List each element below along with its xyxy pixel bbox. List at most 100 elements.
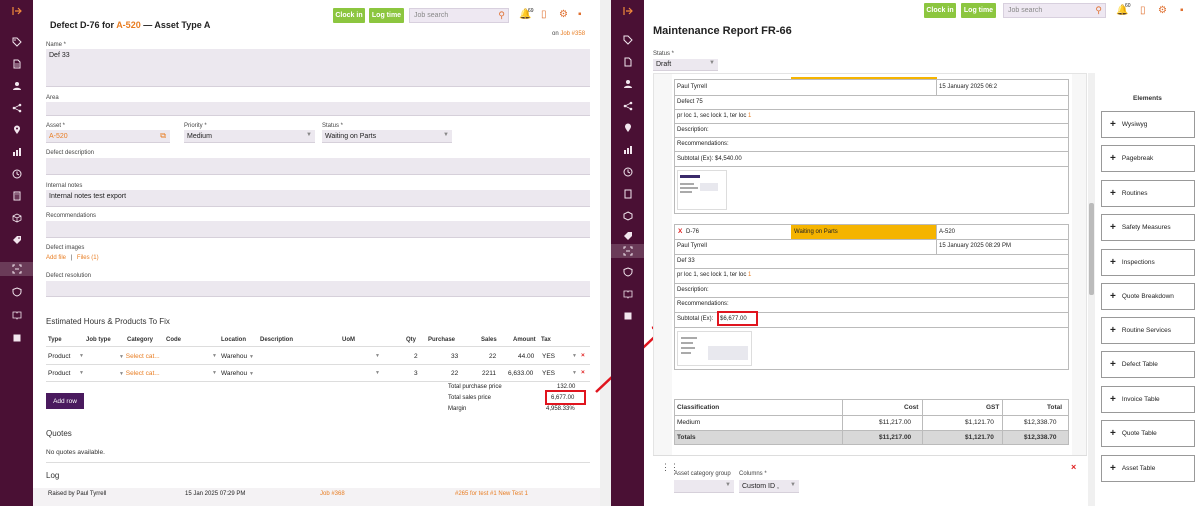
report-status-select[interactable]: Draft ▼ <box>653 59 718 71</box>
element-pagebreak[interactable]: + Pagebreak <box>1101 145 1195 172</box>
priority-select[interactable]: Medium ▼ <box>184 130 315 143</box>
share-icon[interactable] <box>611 99 644 113</box>
row2-qty[interactable]: 3 <box>414 370 418 377</box>
card2-defect-id[interactable]: D-76 <box>686 229 699 235</box>
chart-icon[interactable] <box>0 145 33 159</box>
chevron-down-icon[interactable]: ▼ <box>572 353 577 359</box>
element-inspections[interactable]: + Inspections <box>1101 249 1195 276</box>
location-pin-icon[interactable] <box>611 121 644 135</box>
row2-purchase[interactable]: 22 <box>451 370 458 377</box>
chevron-down-icon[interactable]: ▼ <box>572 370 577 376</box>
shield-icon[interactable] <box>611 265 644 279</box>
element-quote-breakdown[interactable]: + Quote Breakdown <box>1101 283 1195 310</box>
log-detail-link[interactable]: #265 for test #1 New Test 1 <box>455 491 528 497</box>
expand-icon[interactable] <box>0 4 33 18</box>
name-textarea[interactable]: Def 33 <box>46 49 590 87</box>
chart-icon[interactable] <box>611 143 644 157</box>
expand-icon[interactable] <box>611 4 644 18</box>
delete-row-icon[interactable]: × <box>581 352 585 359</box>
element-routines[interactable]: + Routines <box>1101 180 1195 207</box>
chevron-down-icon[interactable]: ▼ <box>212 353 217 359</box>
chevron-down-icon[interactable]: ▼ <box>375 370 380 376</box>
add-file-link[interactable]: Add file <box>46 255 66 261</box>
element-defect-table[interactable]: + Defect Table <box>1101 351 1195 378</box>
status-select[interactable]: Waiting on Parts ▼ <box>322 130 452 143</box>
row2-location[interactable]: Warehou ▼ <box>221 370 254 377</box>
asset-category-select[interactable]: ▼ <box>674 480 734 493</box>
tags-icon[interactable] <box>0 35 33 49</box>
left-scrollbar[interactable] <box>600 0 611 506</box>
message-icon[interactable] <box>0 331 33 345</box>
location-pin-icon[interactable] <box>0 123 33 137</box>
asset-input[interactable]: A-520 ⧉ <box>46 130 170 143</box>
user-icon[interactable] <box>0 79 33 93</box>
clock-icon[interactable] <box>611 165 644 179</box>
row1-sales[interactable]: 22 <box>489 353 496 360</box>
chevron-down-icon[interactable]: ▼ <box>79 370 84 376</box>
shield-icon[interactable] <box>0 285 33 299</box>
bookmark-icon[interactable]: ▪ <box>578 9 582 20</box>
share-icon[interactable] <box>0 101 33 115</box>
defect-description-input[interactable] <box>46 158 590 175</box>
chevron-down-icon[interactable]: ▼ <box>375 353 380 359</box>
book-icon[interactable] <box>0 308 33 322</box>
row1-qty[interactable]: 2 <box>414 353 418 360</box>
mobile-icon[interactable]: ▯ <box>1140 5 1146 16</box>
recommendations-input[interactable] <box>46 221 590 238</box>
log-time-button[interactable]: Log time <box>961 3 996 18</box>
box-icon[interactable] <box>611 209 644 223</box>
card2-asset[interactable]: A-520 <box>939 229 955 235</box>
close-icon[interactable]: × <box>1071 462 1076 472</box>
book-icon[interactable] <box>611 287 644 301</box>
tag-icon[interactable] <box>611 229 644 243</box>
row1-type[interactable]: Product <box>48 353 70 360</box>
user-icon[interactable] <box>611 77 644 91</box>
calculator-icon[interactable] <box>611 187 644 201</box>
add-row-button[interactable]: Add row <box>46 393 84 409</box>
row1-purchase[interactable]: 33 <box>451 353 458 360</box>
mobile-icon[interactable]: ▯ <box>541 9 547 20</box>
row2-type[interactable]: Product <box>48 370 70 377</box>
row2-sales[interactable]: 2211 <box>482 370 496 377</box>
external-link-icon[interactable]: ⧉ <box>160 131 166 141</box>
asset-value[interactable]: A-520 <box>49 133 68 140</box>
box-icon[interactable] <box>0 211 33 225</box>
clock-in-button[interactable]: Clock in <box>924 3 956 18</box>
chevron-down-icon[interactable]: ▼ <box>79 353 84 359</box>
columns-select[interactable]: Custom ID , ▼ <box>739 480 799 493</box>
files-link[interactable]: Files (1) <box>77 255 99 261</box>
scan-icon[interactable] <box>0 262 33 276</box>
row2-tax[interactable]: YES <box>542 370 555 377</box>
tags-icon[interactable] <box>611 33 644 47</box>
log-job-link[interactable]: Job #368 <box>320 491 345 497</box>
element-asset-table[interactable]: + Asset Table <box>1101 455 1195 482</box>
element-invoice-table[interactable]: + Invoice Table <box>1101 386 1195 413</box>
gear-icon[interactable]: ⚙ <box>559 9 568 20</box>
scan-icon[interactable] <box>611 244 644 258</box>
defect-resolution-input[interactable] <box>46 281 590 297</box>
chevron-down-icon[interactable]: ▼ <box>212 370 217 376</box>
bookmark-icon[interactable]: ▪ <box>1180 5 1184 16</box>
log-time-button[interactable]: Log time <box>369 8 404 23</box>
row1-category[interactable]: ▼ Select cat... <box>119 353 160 360</box>
job-search-input[interactable]: Job search ⚲ <box>409 8 509 23</box>
element-routine-services[interactable]: + Routine Services <box>1101 317 1195 344</box>
delete-row-icon[interactable]: × <box>581 369 585 376</box>
canvas-scrollbar-thumb[interactable] <box>1089 203 1094 295</box>
document-icon[interactable] <box>611 55 644 69</box>
message-icon[interactable] <box>611 309 644 323</box>
area-input[interactable] <box>46 102 590 116</box>
row1-location[interactable]: Warehou ▼ <box>221 353 254 360</box>
element-wysiwyg[interactable]: + Wysiwyg <box>1101 111 1195 138</box>
element-quote-table[interactable]: + Quote Table <box>1101 420 1195 447</box>
title-asset-link[interactable]: A-520 <box>116 20 141 30</box>
clock-in-button[interactable]: Clock in <box>333 8 365 23</box>
tag-icon[interactable] <box>0 233 33 247</box>
row1-tax[interactable]: YES <box>542 353 555 360</box>
job-search-input[interactable]: Job search ⚲ <box>1003 3 1106 18</box>
on-job-link[interactable]: Job #358 <box>560 31 585 37</box>
card2-remove-icon[interactable]: X <box>678 228 682 235</box>
clock-icon[interactable] <box>0 167 33 181</box>
document-icon[interactable] <box>0 57 33 71</box>
gear-icon[interactable]: ⚙ <box>1158 5 1167 16</box>
